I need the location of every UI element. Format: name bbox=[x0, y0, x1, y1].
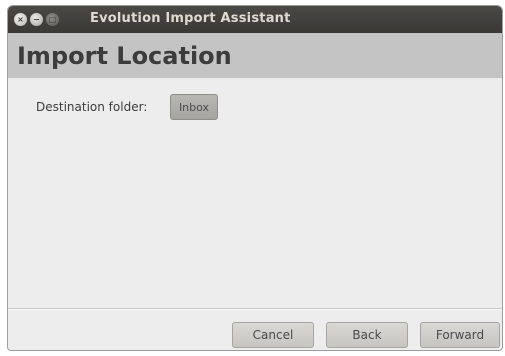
import-assistant-window: × − □ Evolution Import Assistant Import … bbox=[7, 5, 503, 351]
forward-button[interactable]: Forward bbox=[420, 322, 500, 348]
close-icon[interactable]: × bbox=[14, 13, 27, 26]
title-bar[interactable]: × − □ Evolution Import Assistant bbox=[8, 6, 502, 33]
back-button[interactable]: Back bbox=[326, 322, 408, 348]
page-title: Import Location bbox=[17, 41, 232, 70]
window-title: Evolution Import Assistant bbox=[90, 11, 291, 26]
cancel-button[interactable]: Cancel bbox=[232, 322, 314, 348]
page-header: Import Location bbox=[8, 33, 502, 78]
footer-separator bbox=[8, 308, 502, 310]
minimize-icon[interactable]: − bbox=[30, 13, 43, 26]
destination-folder-button[interactable]: Inbox bbox=[170, 94, 218, 120]
maximize-icon[interactable]: □ bbox=[46, 13, 59, 26]
destination-folder-label: Destination folder: bbox=[36, 100, 148, 114]
content-area: Destination folder: Inbox bbox=[8, 78, 502, 308]
